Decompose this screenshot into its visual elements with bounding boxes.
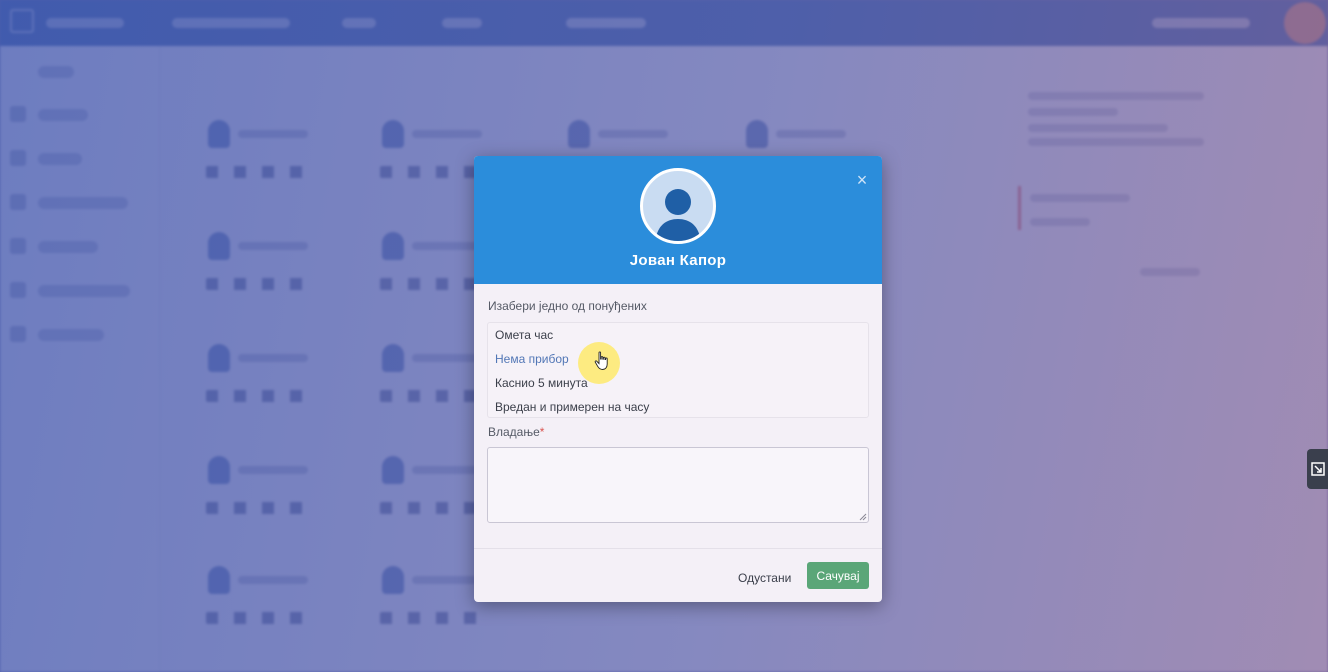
cancel-button[interactable]: Одустани [730, 565, 799, 591]
required-marker: * [539, 425, 545, 439]
options-list: Омета час Нема прибор Каснио 5 минута Вр… [487, 322, 869, 418]
option-item[interactable]: Нема прибор [495, 352, 569, 366]
student-name: Јован Капор [629, 252, 727, 269]
option-item[interactable]: Вредан и примерен на часу [495, 400, 649, 414]
modal-header: Јован Капор × [474, 156, 882, 284]
choose-label: Изабери једно од понуђених [488, 299, 647, 313]
hand-pointer-icon [594, 351, 608, 370]
user-silhouette-icon [640, 168, 716, 244]
side-widget-button[interactable] [1307, 449, 1328, 489]
behavior-label-text: Владање [488, 425, 540, 439]
option-item[interactable]: Омета час [495, 328, 553, 342]
behavior-modal: Јован Капор × Изабери једно од понуђених… [474, 156, 882, 602]
behavior-textarea[interactable] [487, 447, 869, 523]
save-button[interactable]: Сачувај [807, 562, 869, 589]
option-item[interactable]: Каснио 5 минута [495, 376, 588, 390]
behavior-label: Владање* [488, 425, 544, 439]
close-icon[interactable]: × [852, 170, 872, 190]
resize-grip-icon[interactable] [859, 513, 867, 521]
resize-icon [1310, 462, 1325, 476]
modal-footer-divider [474, 548, 882, 549]
